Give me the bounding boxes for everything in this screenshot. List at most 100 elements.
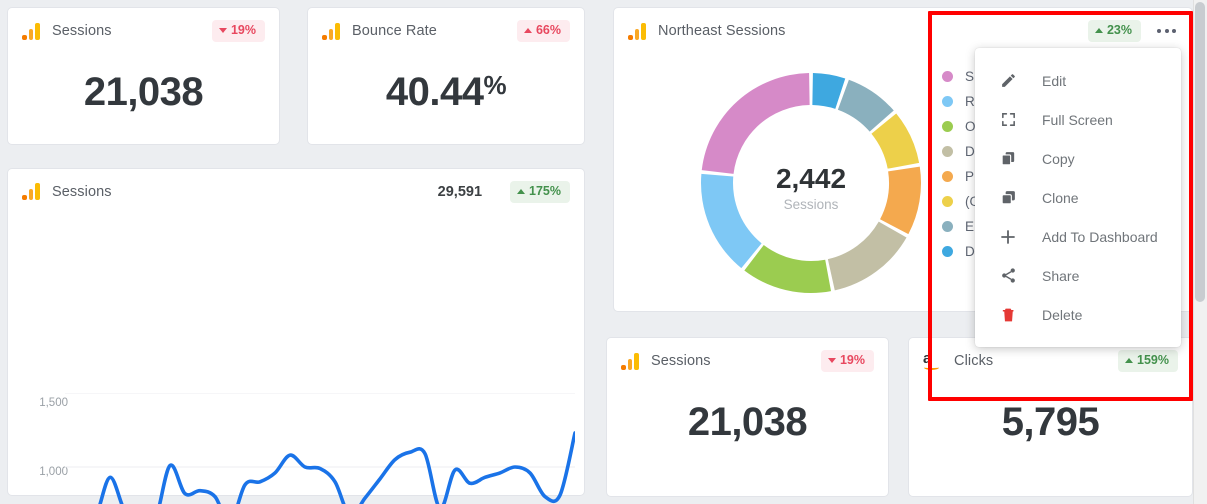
card-header: Sessions 29,591 175% [8, 169, 584, 203]
menu-item-copy[interactable]: Copy [975, 139, 1181, 178]
widget-context-menu[interactable]: Edit Full Screen Copy Clone Add To Dashboard… [975, 48, 1181, 347]
menu-item-label: Clone [1042, 189, 1079, 206]
clone-icon [997, 188, 1019, 208]
status-badge: 23% [1087, 20, 1141, 42]
card-title: Sessions [52, 183, 112, 200]
arrow-up-icon [517, 188, 526, 194]
legend-label: S [965, 69, 975, 84]
kpi-value: 5,795 [1001, 400, 1100, 444]
card-header-right: 66% [516, 20, 570, 42]
donut-segment[interactable] [744, 245, 832, 293]
card-header-right: 19% [820, 350, 874, 372]
arrow-down-icon [827, 358, 836, 363]
line-chart-plot [65, 393, 575, 504]
card-header: Northeast Sessions 23% [614, 8, 1192, 42]
donut-center-value: 2,442 [775, 163, 847, 194]
amazon-icon: a [923, 351, 943, 370]
card-header: Sessions 19% [607, 338, 888, 372]
google-analytics-icon [621, 352, 640, 370]
card-header: Bounce Rate 66% [308, 8, 584, 42]
dashboard-page: Sessions 19% 21,038 Bounce Rate 66% 40.4… [0, 0, 1207, 504]
status-badge: 66% [516, 20, 570, 42]
legend-color-dot [942, 171, 953, 182]
card-header-right: 23% [1087, 20, 1178, 42]
google-analytics-icon [322, 22, 341, 40]
kpi-value: 21,038 [83, 70, 204, 114]
y-tick-1000: 1,000 [39, 466, 68, 478]
card-title: Sessions [651, 353, 711, 369]
menu-item-add-to-dashboard[interactable]: Add To Dashboard [975, 217, 1181, 256]
menu-item-full-screen[interactable]: Full Screen [975, 100, 1181, 139]
menu-item-clone[interactable]: Clone [975, 178, 1181, 217]
menu-item-label: Add To Dashboard [1042, 228, 1158, 245]
card-sessions-top[interactable]: Sessions 19% 21,038 [7, 7, 280, 145]
card-header-right: 159% [1118, 350, 1178, 372]
donut-segment[interactable] [701, 73, 810, 174]
legend-color-dot [942, 246, 953, 257]
card-title: Sessions [52, 23, 112, 39]
scrollbar-thumb[interactable] [1195, 2, 1205, 302]
menu-item-delete[interactable]: Delete [975, 295, 1181, 334]
card-header-right: 29,591 175% [438, 181, 570, 203]
legend-color-dot [942, 146, 953, 157]
donut-segment[interactable] [827, 221, 907, 291]
legend-label: D [965, 244, 975, 259]
plus-icon [997, 227, 1019, 247]
arrow-down-icon [218, 28, 227, 33]
card-header-right: 19% [211, 20, 265, 42]
share-icon [997, 266, 1019, 286]
legend-label: R [965, 94, 975, 109]
kpi-value: 40.44% [308, 70, 584, 115]
badge-value: 66% [535, 23, 561, 38]
card-title: Clicks [954, 353, 994, 369]
pencil-icon [997, 71, 1019, 91]
arrow-up-icon [1094, 28, 1103, 33]
menu-item-label: Share [1042, 267, 1080, 284]
arrow-up-icon [523, 28, 532, 33]
card-title: Northeast Sessions [658, 23, 786, 39]
status-badge: 19% [820, 350, 874, 372]
card-title: Bounce Rate [352, 23, 437, 39]
badge-value: 23% [1106, 23, 1132, 38]
fullscreen-icon [997, 110, 1019, 130]
kpi-value: 21,038 [687, 400, 808, 444]
card-clicks[interactable]: a Clicks 159% 5,795 [908, 337, 1193, 497]
status-badge: 19% [211, 20, 265, 42]
kpi-suffix: % [483, 70, 507, 100]
chart-total: 29,591 [437, 183, 483, 200]
menu-item-share[interactable]: Share [975, 256, 1181, 295]
trash-icon [997, 305, 1019, 325]
donut-center: 2,442 Sessions [686, 163, 936, 212]
legend-color-dot [942, 96, 953, 107]
donut-center-label: Sessions [783, 197, 839, 212]
google-analytics-icon [628, 22, 647, 40]
badge-value: 19% [230, 23, 256, 38]
more-options-icon[interactable] [1155, 25, 1178, 37]
card-sessions-linechart[interactable]: Sessions 29,591 175% 1,500 1,000 500 0 1… [7, 168, 585, 504]
card-sessions-bottom[interactable]: Sessions 19% 21,038 [606, 337, 889, 497]
legend-label: D [965, 144, 975, 159]
page-scrollbar[interactable] [1193, 0, 1207, 504]
legend-color-dot [942, 196, 953, 207]
badge-value: 19% [839, 353, 865, 368]
google-analytics-icon [22, 183, 41, 201]
arrow-up-icon [1125, 358, 1134, 363]
status-badge: 159% [1118, 350, 1178, 372]
card-header: Sessions 19% [8, 8, 279, 42]
badge-value: 175% [529, 184, 561, 198]
legend-label: E [965, 219, 975, 234]
menu-item-label: Copy [1042, 150, 1075, 167]
menu-item-edit[interactable]: Edit [975, 61, 1181, 100]
menu-item-label: Delete [1042, 306, 1083, 323]
card-bounce-rate[interactable]: Bounce Rate 66% 40.44% [307, 7, 585, 145]
legend-color-dot [942, 221, 953, 232]
copy-icon [997, 149, 1019, 169]
google-analytics-icon [22, 22, 41, 40]
legend-color-dot [942, 121, 953, 132]
legend-label: P [965, 169, 975, 184]
kpi-number: 40.44 [385, 70, 484, 114]
status-badge: 175% [510, 181, 570, 203]
menu-item-label: Full Screen [1042, 111, 1113, 128]
legend-label: O [965, 119, 976, 134]
badge-value: 159% [1137, 353, 1169, 368]
